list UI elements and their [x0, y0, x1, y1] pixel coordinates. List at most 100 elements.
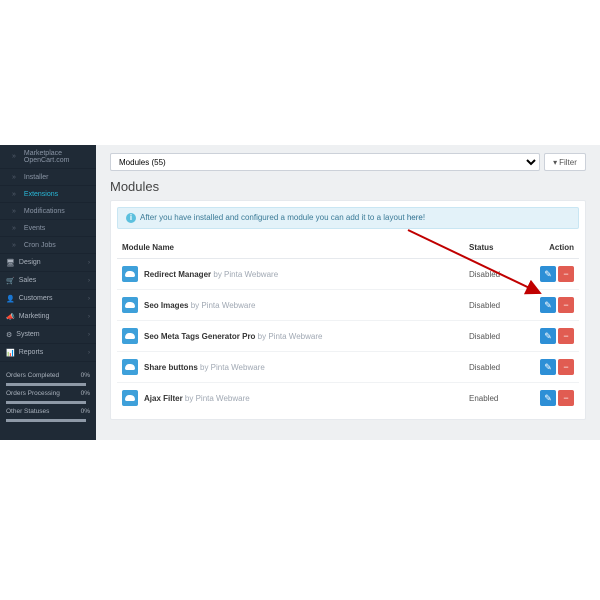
- stat-other-statuses: Other Statuses0%: [6, 408, 90, 415]
- module-icon: [122, 297, 138, 313]
- sidebar-item-reports[interactable]: 📊 Reports ›: [0, 344, 96, 362]
- col-module-name: Module Name: [117, 237, 464, 259]
- module-author: by Pinta Webware: [198, 363, 265, 372]
- table-row: Redirect Manager by Pinta Webware Disable…: [117, 259, 579, 290]
- pencil-icon: ✎: [544, 362, 552, 372]
- edit-button[interactable]: ✎: [540, 328, 556, 344]
- stat-orders-completed: Orders Completed0%: [6, 372, 90, 379]
- user-icon: 👤: [6, 295, 15, 303]
- delete-button[interactable]: −: [558, 266, 574, 282]
- table-row: Seo Meta Tags Generator Pro by Pinta Web…: [117, 321, 579, 352]
- table-row: Seo Images by Pinta Webware Disabled ✎ −: [117, 290, 579, 321]
- sidebar-stats: Orders Completed0% Orders Processing0% O…: [0, 362, 96, 428]
- sidebar-item-modifications[interactable]: Modifications: [0, 203, 96, 220]
- cart-icon: 🛒: [6, 277, 15, 285]
- module-status: Enabled: [464, 383, 519, 414]
- stat-orders-processing: Orders Processing0%: [6, 390, 90, 397]
- module-status: Disabled: [464, 259, 519, 290]
- sidebar-item-label: Marketing: [19, 313, 50, 320]
- sidebar-item-label: Reports: [19, 349, 44, 356]
- chevron-right-icon: ›: [88, 260, 90, 266]
- chevron-right-icon: ›: [88, 332, 90, 338]
- info-alert: iAfter you have installed and configured…: [117, 207, 579, 229]
- edit-button[interactable]: ✎: [540, 266, 556, 282]
- sidebar-item-system[interactable]: ⚙ System ›: [0, 326, 96, 344]
- alert-here-link[interactable]: here: [407, 213, 423, 222]
- table-row: Share buttons by Pinta Webware Disabled ✎−: [117, 352, 579, 383]
- info-icon: i: [126, 213, 136, 223]
- minus-icon: −: [563, 269, 568, 279]
- module-title: Seo Meta Tags Generator Pro: [144, 332, 255, 341]
- sidebar-item-extensions[interactable]: Extensions: [0, 186, 96, 203]
- module-name-cell: Ajax Filter by Pinta Webware: [122, 390, 459, 406]
- module-author: by Pinta Webware: [188, 301, 255, 310]
- module-name-cell: Seo Images by Pinta Webware: [122, 297, 459, 313]
- desktop-icon: 🖥: [6, 259, 15, 267]
- module-name-cell: Redirect Manager by Pinta Webware: [122, 266, 459, 282]
- pencil-icon: ✎: [544, 300, 552, 310]
- module-author: by Pinta Webware: [255, 332, 322, 341]
- chart-icon: 📊: [6, 349, 15, 357]
- share-icon: 📣: [6, 313, 15, 321]
- sidebar-item-label: Modifications: [24, 208, 65, 215]
- edit-button[interactable]: ✎: [540, 390, 556, 406]
- minus-icon: −: [563, 300, 568, 310]
- delete-button[interactable]: −: [558, 390, 574, 406]
- sidebar-item-design[interactable]: 🖥 Design ›: [0, 254, 96, 272]
- delete-button[interactable]: −: [558, 359, 574, 375]
- edit-button[interactable]: ✎: [540, 359, 556, 375]
- sidebar-item-sales[interactable]: 🛒Sales›: [0, 272, 96, 290]
- pencil-icon: ✎: [544, 269, 552, 279]
- module-icon: [122, 359, 138, 375]
- module-title: Redirect Manager: [144, 270, 211, 279]
- chevron-right-icon: ›: [88, 350, 90, 356]
- filter-bar: Modules (55) ▾Filter: [110, 153, 586, 171]
- sidebar: Marketplace OpenCart.com Installer Exten…: [0, 145, 96, 440]
- col-action: Action: [519, 237, 579, 259]
- sidebar-item-label: Design: [19, 259, 41, 266]
- module-name-cell: Share buttons by Pinta Webware: [122, 359, 459, 375]
- module-author: by Pinta Webware: [183, 394, 250, 403]
- delete-button[interactable]: −: [558, 328, 574, 344]
- pencil-icon: ✎: [544, 393, 552, 403]
- minus-icon: −: [563, 393, 568, 403]
- module-title: Share buttons: [144, 363, 198, 372]
- filter-button[interactable]: ▾Filter: [544, 153, 586, 171]
- sidebar-item-label: Marketplace OpenCart.com: [24, 150, 90, 164]
- col-status: Status: [464, 237, 519, 259]
- module-author: by Pinta Webware: [211, 270, 278, 279]
- sidebar-item-label: Sales: [19, 277, 37, 284]
- chevron-right-icon: ›: [88, 296, 90, 302]
- pencil-icon: ✎: [544, 331, 552, 341]
- filter-icon: ▾: [553, 158, 557, 167]
- module-name-cell: Seo Meta Tags Generator Pro by Pinta Web…: [122, 328, 459, 344]
- modules-table: Module Name Status Action Redirect Manag…: [117, 237, 579, 413]
- sidebar-item-installer[interactable]: Installer: [0, 169, 96, 186]
- module-status: Disabled: [464, 290, 519, 321]
- minus-icon: −: [563, 331, 568, 341]
- sidebar-item-customers[interactable]: 👤Customers›: [0, 290, 96, 308]
- module-icon: [122, 328, 138, 344]
- page-title: Modules: [110, 179, 586, 194]
- module-title: Ajax Filter: [144, 394, 183, 403]
- extension-type-select[interactable]: Modules (55): [110, 153, 540, 171]
- modules-panel: iAfter you have installed and configured…: [110, 200, 586, 420]
- module-status: Disabled: [464, 321, 519, 352]
- edit-button[interactable]: ✎: [540, 297, 556, 313]
- module-icon: [122, 266, 138, 282]
- module-status: Disabled: [464, 352, 519, 383]
- module-title: Seo Images: [144, 301, 188, 310]
- delete-button[interactable]: −: [558, 297, 574, 313]
- sidebar-item-label: Extensions: [24, 191, 58, 198]
- table-row: Ajax Filter by Pinta Webware Enabled ✎ −: [117, 383, 579, 414]
- sidebar-item-marketplace[interactable]: Marketplace OpenCart.com: [0, 145, 96, 169]
- sidebar-item-cronjobs[interactable]: Cron Jobs: [0, 237, 96, 254]
- main-content: Modules (55) ▾Filter Modules iAfter you …: [96, 145, 600, 440]
- gear-icon: ⚙: [6, 331, 12, 339]
- sidebar-item-marketing[interactable]: 📣Marketing›: [0, 308, 96, 326]
- module-icon: [122, 390, 138, 406]
- sidebar-item-events[interactable]: Events: [0, 220, 96, 237]
- sidebar-item-label: Installer: [24, 174, 49, 181]
- sidebar-item-label: System: [16, 331, 39, 338]
- sidebar-item-label: Events: [24, 225, 45, 232]
